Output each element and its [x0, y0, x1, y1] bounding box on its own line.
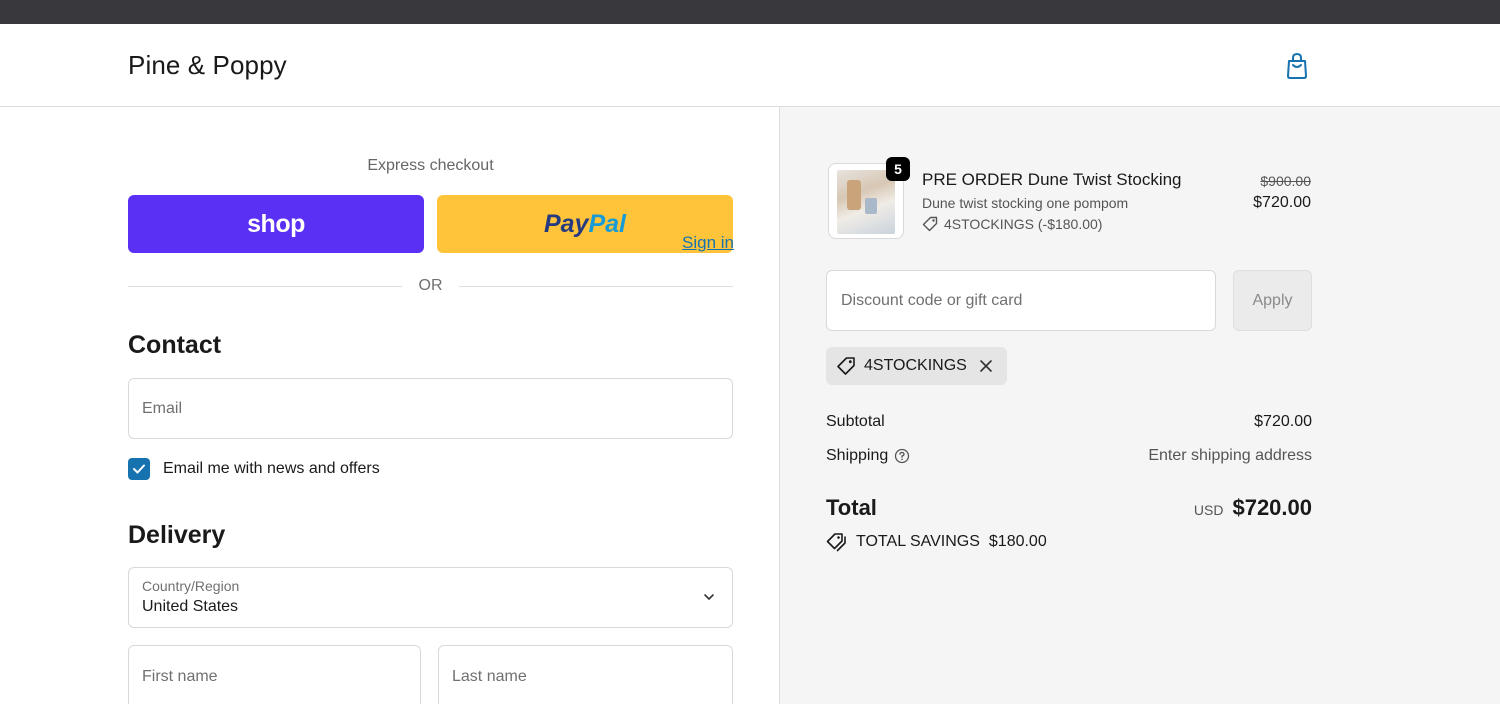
or-divider: OR: [128, 277, 733, 297]
discount-placeholder: Discount code or gift card: [841, 291, 1023, 309]
order-summary: 5 PRE ORDER Dune Twist Stocking Dune twi…: [779, 107, 1500, 704]
shipping-row: Shipping Enter shipping address: [826, 447, 1312, 469]
newsletter-checkbox[interactable]: [128, 458, 150, 480]
shopping-bag-icon[interactable]: [1284, 52, 1310, 80]
help-circle-icon[interactable]: [894, 448, 910, 464]
subtotal-row: Subtotal $720.00: [826, 413, 1312, 435]
last-name-field[interactable]: Last name: [438, 645, 733, 704]
subtotal-value: $720.00: [1254, 413, 1312, 430]
remove-discount-icon[interactable]: [977, 357, 995, 375]
checkmark-icon: [133, 464, 145, 474]
email-field[interactable]: Email: [128, 378, 733, 439]
shipping-value: Enter shipping address: [1148, 447, 1312, 464]
tag-icon: [922, 216, 938, 232]
shipping-label: Shipping: [826, 447, 889, 464]
tags-icon: [826, 533, 846, 552]
contact-heading: Contact: [128, 331, 222, 359]
paypal-logo-part-1: Pay: [543, 209, 589, 238]
first-name-placeholder: First name: [142, 668, 218, 685]
product-discount: 4STOCKINGS (-$180.00): [922, 216, 1102, 232]
express-checkout-label: Express checkout: [367, 157, 494, 174]
tag-icon: [837, 357, 855, 375]
country-select[interactable]: Country/Region United States: [128, 567, 733, 628]
site-header: Pine & Poppy: [0, 24, 1500, 107]
product-discount-text: 4STOCKINGS (-$180.00): [944, 216, 1103, 232]
browser-top-bar: [0, 0, 1500, 24]
applied-discount-chip: 4STOCKINGS: [826, 347, 1007, 385]
newsletter-option[interactable]: Email me with news and offers: [128, 457, 380, 481]
first-name-field[interactable]: First name: [128, 645, 421, 704]
product-name: PRE ORDER Dune Twist Stocking: [922, 170, 1182, 189]
divider-line: [459, 286, 733, 287]
applied-code: 4STOCKINGS: [864, 357, 967, 374]
total-savings: TOTAL SAVINGS $180.00: [826, 532, 1047, 552]
discount-code-input[interactable]: Discount code or gift card: [826, 270, 1216, 331]
original-price: $900.00: [1260, 173, 1311, 189]
quantity-badge: 5: [886, 157, 910, 181]
sign-in-link[interactable]: Sign in: [682, 233, 734, 253]
store-logo[interactable]: Pine & Poppy: [128, 50, 287, 81]
shipping-label-wrap: Shipping: [826, 447, 910, 465]
total-amount: $720.00: [1232, 495, 1312, 520]
total-label: Total: [826, 495, 877, 520]
product-image-detail: [865, 198, 877, 214]
country-label: Country/Region: [142, 578, 240, 594]
paypal-logo-part-2: Pal: [588, 209, 626, 238]
newsletter-label: Email me with news and offers: [163, 460, 380, 477]
product-image-detail: [847, 180, 861, 210]
subtotal-label: Subtotal: [826, 413, 885, 430]
savings-amount: $180.00: [988, 533, 1047, 550]
total-price: USD $720.00: [1194, 495, 1312, 521]
shop-pay-button[interactable]: shop: [128, 195, 424, 253]
total-row: Total USD $720.00: [826, 495, 1312, 525]
currency-code: USD: [1193, 502, 1224, 518]
savings-label: TOTAL SAVINGS: [856, 533, 980, 550]
shop-pay-logo: shop: [247, 209, 305, 238]
email-placeholder: Email: [142, 399, 183, 417]
checkout-form: Express checkout shop Pay Pal OR Contact …: [0, 107, 779, 704]
country-value: United States: [142, 598, 239, 615]
last-name-placeholder: Last name: [452, 668, 527, 685]
delivery-heading: Delivery: [128, 521, 226, 549]
product-variant: Dune twist stocking one pompom: [922, 195, 1129, 211]
apply-discount-button[interactable]: Apply: [1233, 270, 1312, 331]
discounted-price: $720.00: [1253, 194, 1311, 211]
chevron-down-icon: [704, 594, 714, 600]
